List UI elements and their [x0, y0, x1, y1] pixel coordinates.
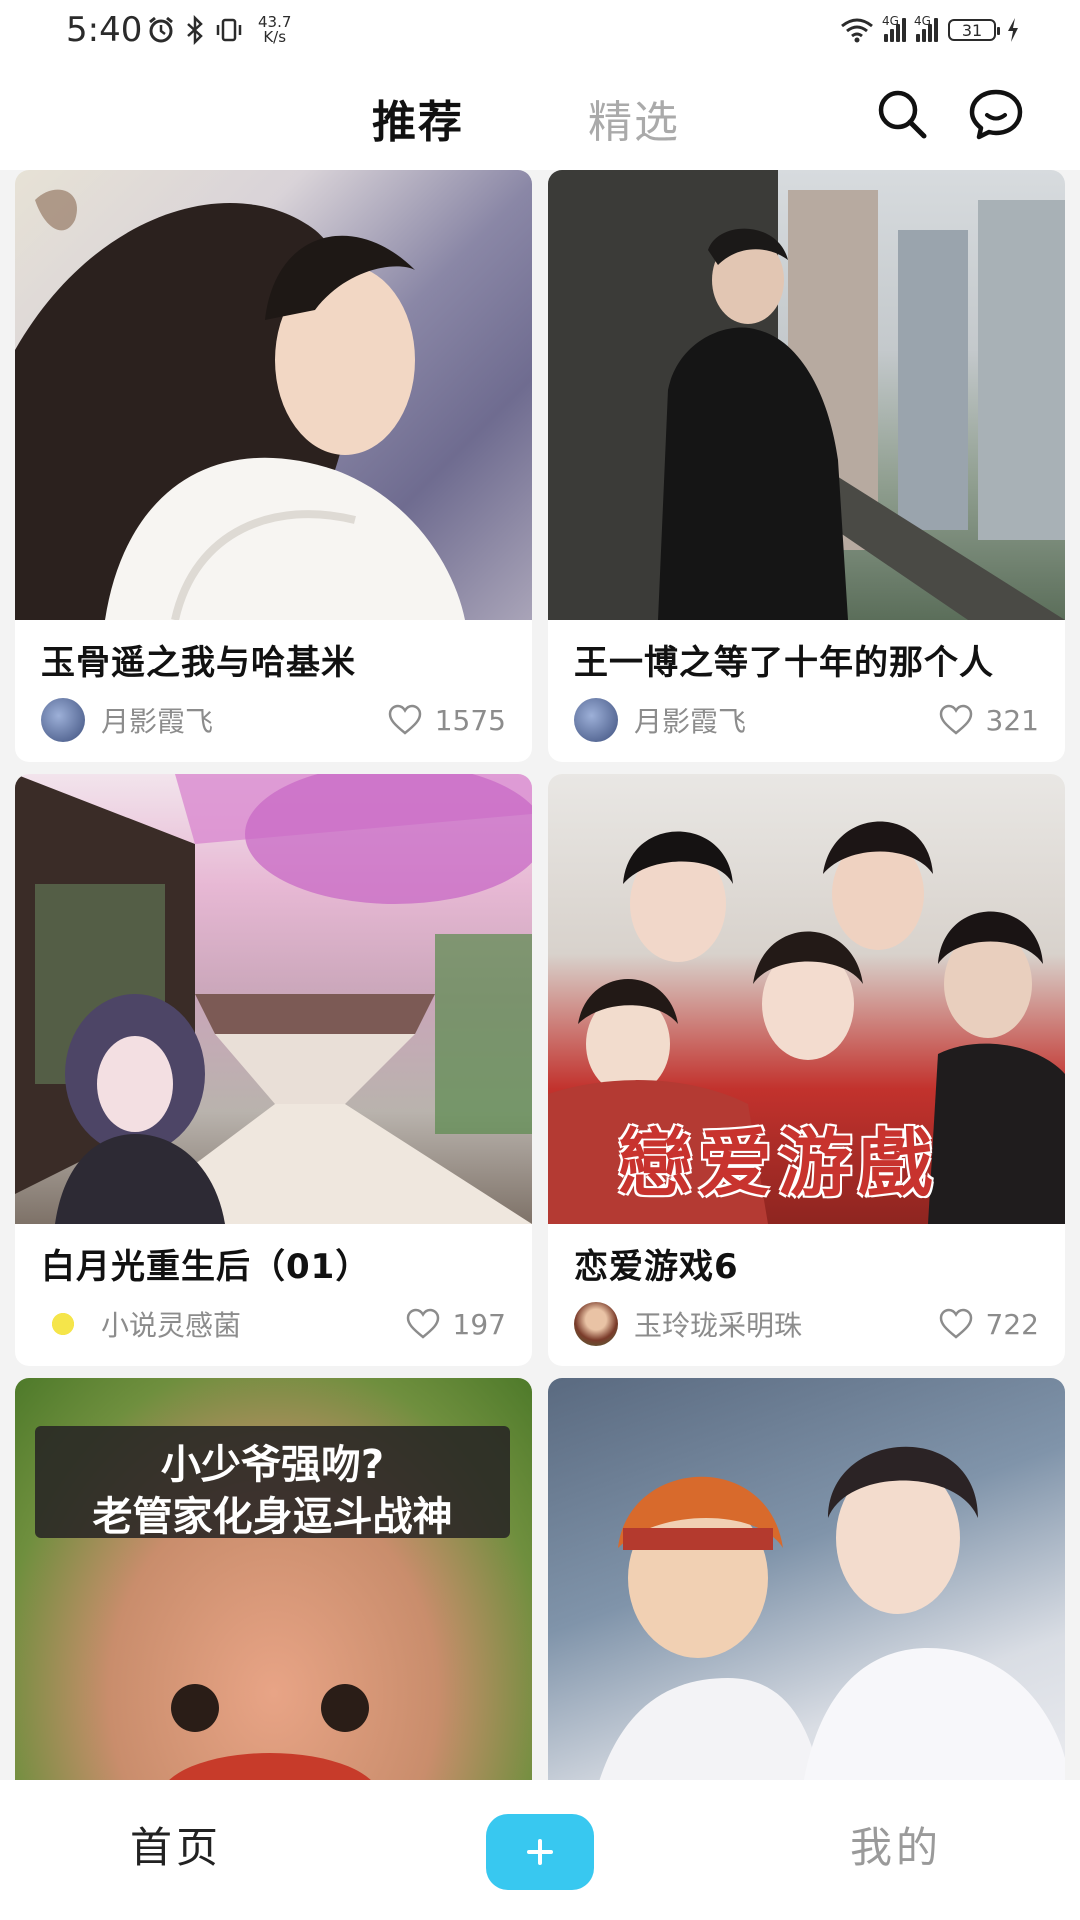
vibrate-icon [216, 18, 242, 42]
search-icon[interactable] [872, 84, 932, 144]
signal-1-tag: 4G [882, 14, 899, 28]
alarm-icon [149, 16, 173, 43]
nav-home[interactable]: 首页 [130, 1814, 222, 1875]
status-right-icons: 4G 4G 31 [840, 12, 1020, 48]
author-name[interactable]: 月影霞飞 [634, 700, 938, 740]
story-card[interactable]: 白月光重生后（01） 小说灵感菌 197 [15, 774, 532, 1366]
tab-featured[interactable]: 精选 [588, 86, 680, 150]
story-cover-image [15, 170, 532, 620]
story-card[interactable]: 玉骨遥之我与哈基米 月影霞飞 1575 [15, 170, 532, 762]
story-card[interactable] [548, 1378, 1065, 1780]
story-title: 玉骨遥之我与哈基米 [41, 643, 356, 683]
avatar[interactable] [41, 1302, 85, 1346]
status-time: 5:40 [66, 10, 143, 50]
add-button[interactable] [486, 1814, 594, 1890]
signal-2-icon: 4G [914, 14, 938, 42]
content-feed[interactable]: 玉骨遥之我与哈基米 月影霞飞 1575 白月光重生后（01） 小说灵感菌 197… [0, 170, 1080, 1780]
story-cover-image [548, 170, 1065, 620]
card-meta: 月影霞飞 321 [574, 698, 1039, 742]
story-cover-image [548, 1378, 1065, 1780]
like-count: 722 [985, 1307, 1039, 1341]
avatar[interactable] [574, 698, 618, 742]
tab-recommend[interactable]: 推荐 [372, 86, 464, 150]
story-title: 王一博之等了十年的那个人 [574, 643, 994, 683]
card-body: 恋爱游戏6 玉玲珑采明珠 722 [548, 1224, 1065, 1366]
author-name[interactable]: 小说灵感菌 [101, 1304, 405, 1344]
story-cover-image: 戀爱游戲 [548, 774, 1065, 1224]
speed-unit: K/s [263, 28, 287, 46]
like-button[interactable]: 197 [405, 1308, 506, 1341]
avatar[interactable] [41, 698, 85, 742]
cover-title-text: 戀爱游戲 [618, 1121, 938, 1207]
card-body: 白月光重生后（01） 小说灵感菌 197 [15, 1224, 532, 1366]
card-meta: 玉玲珑采明珠 722 [574, 1302, 1039, 1346]
status-bar: 5:40 43.7 K/s 4G 4G 31 [0, 0, 1080, 60]
story-title: 恋爱游戏6 [574, 1247, 739, 1287]
card-meta: 月影霞飞 1575 [41, 698, 506, 742]
story-cover-image [15, 774, 532, 1224]
battery-level: 31 [961, 20, 983, 40]
like-button[interactable]: 1575 [387, 704, 506, 737]
nav-mine[interactable]: 我的 [850, 1814, 942, 1875]
status-left-icons: 43.7 K/s [146, 12, 291, 48]
heart-icon [388, 704, 421, 735]
like-button[interactable]: 722 [938, 1308, 1039, 1341]
card-body: 玉骨遥之我与哈基米 月影霞飞 1575 [15, 620, 532, 762]
author-name[interactable]: 玉玲珑采明珠 [634, 1304, 938, 1344]
heart-icon [406, 1308, 439, 1339]
feed-column-right: 王一博之等了十年的那个人 月影霞飞 321 戀爱游戲 恋爱游戏6 玉玲珑采明珠 … [548, 170, 1065, 1780]
like-count: 321 [985, 703, 1039, 737]
heart-icon [939, 704, 972, 735]
charging-icon [1008, 18, 1018, 42]
top-nav: 推荐 精选 [0, 60, 1080, 170]
story-title: 白月光重生后（01） [41, 1247, 371, 1287]
story-card[interactable]: 小少爷强吻? 老管家化身逗斗战神 [15, 1378, 532, 1780]
wifi-icon [841, 18, 873, 43]
card-body: 王一博之等了十年的那个人 月影霞飞 321 [548, 620, 1065, 762]
avatar[interactable] [574, 1302, 618, 1346]
card-meta: 小说灵感菌 197 [41, 1302, 506, 1346]
like-count: 1575 [434, 703, 506, 737]
like-count: 197 [452, 1307, 506, 1341]
like-button[interactable]: 321 [938, 704, 1039, 737]
bluetooth-icon [187, 15, 203, 45]
plus-icon [527, 1839, 553, 1865]
network-speed: 43.7 K/s [258, 15, 291, 45]
feed-column-left: 玉骨遥之我与哈基米 月影霞飞 1575 白月光重生后（01） 小说灵感菌 197… [15, 170, 532, 1780]
chat-icon[interactable] [966, 84, 1026, 144]
signal-2-tag: 4G [914, 14, 931, 28]
story-card[interactable]: 王一博之等了十年的那个人 月影霞飞 321 [548, 170, 1065, 762]
story-card[interactable]: 戀爱游戲 恋爱游戏6 玉玲珑采明珠 722 [548, 774, 1065, 1366]
story-cover-image: 小少爷强吻? 老管家化身逗斗战神 [15, 1378, 532, 1780]
battery-icon: 31 [948, 19, 1000, 41]
heart-icon [939, 1308, 972, 1339]
bottom-nav: 首页 我的 [0, 1780, 1080, 1920]
signal-1-icon: 4G [882, 14, 906, 42]
author-name[interactable]: 月影霞飞 [101, 700, 387, 740]
